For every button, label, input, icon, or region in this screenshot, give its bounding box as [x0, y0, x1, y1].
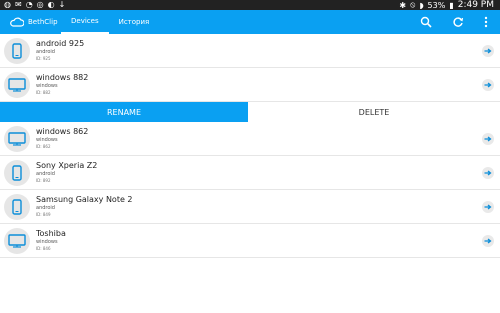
device-avatar: [4, 71, 30, 98]
device-avatar: [4, 37, 30, 64]
arrow-right-icon: [484, 82, 492, 88]
open-device-button[interactable]: [482, 235, 494, 247]
overflow-menu-icon[interactable]: [484, 16, 488, 28]
notification-icon: ◎: [36, 0, 44, 9]
status-right: ✱ ⦸ ◗ 53% ▮ 2:49 PM: [399, 0, 500, 10]
device-id: ID: 846: [36, 246, 51, 251]
wifi-icon: ◗: [419, 0, 424, 10]
device-list: android 925 android ID: 925 windows 882 …: [0, 34, 500, 258]
device-avatar: [4, 227, 30, 254]
device-avatar: [4, 125, 30, 152]
device-row[interactable]: android 925 android ID: 925: [0, 34, 500, 68]
device-info: android 925 android ID: 925: [36, 39, 84, 62]
device-id: ID: 862: [36, 144, 51, 149]
device-avatar: [4, 193, 30, 220]
clock-icon: ◔: [25, 0, 33, 9]
arrow-right-icon: [484, 170, 492, 176]
device-info: Samsung Galaxy Note 2 android ID: 849: [36, 195, 133, 218]
download-icon: ↓: [58, 0, 66, 9]
search-icon[interactable]: [420, 16, 432, 28]
device-avatar: [4, 159, 30, 186]
phone-icon: [12, 198, 22, 215]
rename-button[interactable]: RENAME: [0, 102, 248, 122]
device-row[interactable]: Toshiba windows ID: 846: [0, 224, 500, 258]
cloud-logo-icon: [10, 17, 24, 27]
brand[interactable]: BethClip: [0, 17, 61, 27]
arrow-right-icon: [484, 204, 492, 210]
phone-icon: [12, 42, 22, 59]
device-info: windows 882 windows ID: 882: [36, 73, 88, 96]
phone-icon: [12, 164, 22, 181]
device-id: ID: 849: [36, 212, 51, 217]
open-device-button[interactable]: [482, 201, 494, 213]
device-name: windows 862: [36, 127, 89, 136]
open-device-button[interactable]: [482, 79, 494, 91]
clock-time: 2:49 PM: [457, 0, 494, 10]
device-type: windows: [36, 83, 58, 89]
mute-icon: ⦸: [410, 0, 416, 9]
monitor-icon: [8, 77, 26, 92]
open-device-button[interactable]: [482, 45, 494, 57]
battery-percent: 53%: [427, 0, 446, 10]
delete-button[interactable]: DELETE: [248, 102, 500, 122]
device-info: Sony Xperia Z2 android ID: 892: [36, 161, 97, 184]
bluetooth-icon: ✱: [399, 0, 407, 10]
device-type: android: [36, 171, 55, 177]
app-bar-actions: [420, 16, 500, 28]
device-info: Toshiba windows ID: 846: [36, 229, 66, 252]
skype-icon: ◍: [4, 0, 11, 9]
device-id: ID: 925: [36, 56, 51, 61]
monitor-icon: [8, 233, 26, 248]
device-row[interactable]: Samsung Galaxy Note 2 android ID: 849: [0, 190, 500, 224]
device-name: Samsung Galaxy Note 2: [36, 195, 133, 204]
open-device-button[interactable]: [482, 167, 494, 179]
device-info: windows 862 windows ID: 862: [36, 127, 88, 150]
device-id: ID: 892: [36, 178, 51, 183]
system-status-bar: ◍ ✉ ◔ ◎ ◐ ↓ ✱ ⦸ ◗ 53% ▮ 2:49 PM: [0, 0, 500, 10]
device-action-bar: RENAME DELETE: [0, 102, 500, 122]
open-device-button[interactable]: [482, 133, 494, 145]
device-row[interactable]: windows 882 windows ID: 882: [0, 68, 500, 102]
device-row[interactable]: windows 862 windows ID: 862: [0, 122, 500, 156]
device-name: Sony Xperia Z2: [36, 161, 98, 170]
device-name: Toshiba: [36, 229, 66, 238]
monitor-icon: [8, 131, 26, 146]
refresh-icon[interactable]: [452, 16, 464, 28]
device-id: ID: 882: [36, 90, 51, 95]
device-type: windows: [36, 137, 58, 143]
arrow-right-icon: [484, 238, 492, 244]
device-type: android: [36, 205, 55, 211]
device-name: windows 882: [36, 73, 89, 82]
device-type: android: [36, 49, 55, 55]
tab-devices[interactable]: Devices: [61, 10, 109, 34]
arrow-right-icon: [484, 136, 492, 142]
notification-icon: ✉: [14, 0, 22, 9]
app-bar: BethClip Devices История: [0, 10, 500, 34]
notification-icon: ◐: [47, 0, 55, 9]
battery-icon: ▮: [449, 0, 454, 10]
device-type: windows: [36, 239, 58, 245]
notification-icons: ◍ ✉ ◔ ◎ ◐ ↓: [0, 0, 65, 10]
brand-name: BethClip: [28, 18, 58, 26]
device-name: android 925: [36, 39, 85, 48]
tab-history[interactable]: История: [109, 10, 160, 34]
arrow-right-icon: [484, 48, 492, 54]
device-row[interactable]: Sony Xperia Z2 android ID: 892: [0, 156, 500, 190]
